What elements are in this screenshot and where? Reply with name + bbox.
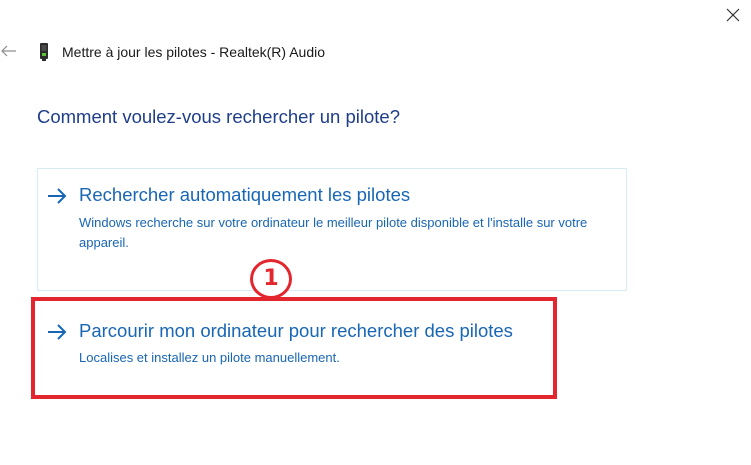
back-arrow-icon xyxy=(1,45,16,57)
option-title: Parcourir mon ordinateur pour rechercher… xyxy=(79,320,513,341)
audio-device-icon xyxy=(40,43,48,61)
close-button[interactable] xyxy=(722,4,744,26)
step-number-badge: 1 xyxy=(250,259,292,299)
option-description: Windows recherche sur votre ordinateur l… xyxy=(79,215,588,250)
update-drivers-dialog: Mettre à jour les pilotes - Realtek(R) A… xyxy=(0,0,751,465)
window-title: Mettre à jour les pilotes - Realtek(R) A… xyxy=(62,44,325,60)
arrow-right-icon xyxy=(48,188,67,204)
back-button[interactable] xyxy=(0,41,18,61)
option-description: Localises et installez un pilote manuell… xyxy=(79,350,340,365)
page-heading: Comment voulez-vous rechercher un pilote… xyxy=(37,106,400,127)
option-title: Rechercher automatiquement les pilotes xyxy=(79,184,411,205)
arrow-right-icon xyxy=(48,324,67,340)
close-icon xyxy=(726,8,740,22)
